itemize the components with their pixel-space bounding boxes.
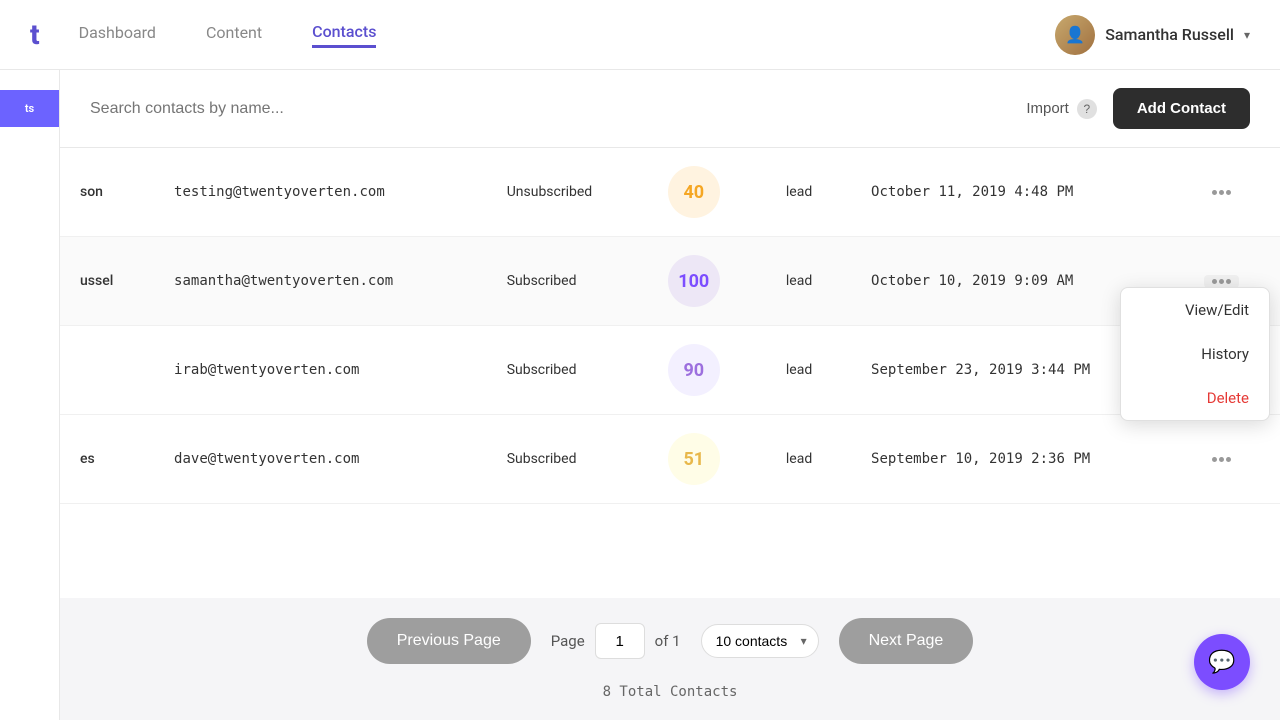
chat-icon: 💬 [1208, 650, 1235, 675]
row-actions-button[interactable] [1204, 186, 1239, 199]
user-menu[interactable]: 👤 Samantha Russell ▾ [1055, 15, 1250, 55]
logo: t [30, 18, 39, 51]
user-name: Samantha Russell [1105, 25, 1234, 44]
contacts-table: son testing@twentyoverten.com Unsubscrib… [60, 148, 1280, 504]
chat-button[interactable]: 💬 [1194, 634, 1250, 690]
next-page-button[interactable]: Next Page [839, 618, 974, 664]
contact-email: dave@twentyoverten.com [154, 415, 487, 504]
nav-contacts[interactable]: Contacts [312, 22, 376, 48]
page-number-input[interactable] [595, 623, 645, 659]
page-label: Page [551, 632, 585, 650]
score-badge: 40 [668, 166, 720, 218]
avatar-image: 👤 [1055, 15, 1095, 55]
contact-name[interactable]: son [60, 148, 154, 237]
contact-status: Subscribed [487, 415, 648, 504]
contact-status: Subscribed [487, 326, 648, 415]
contact-name[interactable] [60, 326, 154, 415]
contact-date: September 10, 2019 2:36 PM [851, 415, 1184, 504]
pagination-controls: Previous Page Page of 1 10 contacts 25 c… [367, 618, 974, 664]
nav-dashboard[interactable]: Dashboard [79, 23, 156, 46]
sidebar: ts [0, 70, 60, 720]
per-page-select[interactable]: 10 contacts 25 contacts 50 contacts [701, 624, 819, 658]
chevron-down-icon: ▾ [1244, 28, 1250, 42]
sidebar-item-contacts[interactable]: ts [0, 90, 59, 127]
of-label: of 1 [655, 632, 681, 650]
sidebar-contacts-label: ts [25, 102, 34, 115]
contact-actions [1184, 415, 1280, 504]
dropdown-history[interactable]: History [1121, 332, 1269, 376]
content-area: Import ? Add Contact son testing@twentyo… [60, 70, 1280, 720]
header: t Dashboard Content Contacts 👤 Samantha … [0, 0, 1280, 70]
row-actions-button[interactable] [1204, 275, 1239, 288]
import-button[interactable]: Import ? [1026, 99, 1097, 119]
row-actions-dropdown: View/Edit History Delete [1120, 287, 1270, 421]
score-badge: 90 [668, 344, 720, 396]
score-badge: 51 [668, 433, 720, 485]
nav: Dashboard Content Contacts [79, 22, 1056, 48]
contact-email: testing@twentyoverten.com [154, 148, 487, 237]
import-help-icon[interactable]: ? [1077, 99, 1097, 119]
add-contact-button[interactable]: Add Contact [1113, 88, 1250, 129]
contact-email: irab@twentyoverten.com [154, 326, 487, 415]
table-row: es dave@twentyoverten.com Subscribed 51 … [60, 415, 1280, 504]
per-page-wrapper: 10 contacts 25 contacts 50 contacts [701, 624, 819, 658]
dropdown-view-edit[interactable]: View/Edit [1121, 288, 1269, 332]
contacts-table-wrapper: son testing@twentyoverten.com Unsubscrib… [60, 148, 1280, 598]
pagination: Previous Page Page of 1 10 contacts 25 c… [60, 598, 1280, 720]
row-actions-button[interactable] [1204, 453, 1239, 466]
search-input[interactable] [90, 100, 1010, 118]
avatar: 👤 [1055, 15, 1095, 55]
table-row: ussel samantha@twentyoverten.com Subscri… [60, 237, 1280, 326]
contact-type: lead [766, 237, 851, 326]
dropdown-delete[interactable]: Delete [1121, 376, 1269, 420]
contact-score-cell: 40 [648, 148, 766, 237]
contact-status: Unsubscribed [487, 148, 648, 237]
contact-type: lead [766, 326, 851, 415]
previous-page-button[interactable]: Previous Page [367, 618, 531, 664]
table-row: son testing@twentyoverten.com Unsubscrib… [60, 148, 1280, 237]
page-info: Page of 1 [551, 623, 681, 659]
contact-status: Subscribed [487, 237, 648, 326]
contact-type: lead [766, 415, 851, 504]
contact-score-cell: 100 [648, 237, 766, 326]
contact-email: samantha@twentyoverten.com [154, 237, 487, 326]
contact-name[interactable]: ussel [60, 237, 154, 326]
main-layout: ts Import ? Add Contact son testing@twen… [0, 70, 1280, 720]
contact-score-cell: 90 [648, 326, 766, 415]
import-label: Import [1026, 100, 1069, 117]
score-badge: 100 [668, 255, 720, 307]
contact-date: October 11, 2019 4:48 PM [851, 148, 1184, 237]
table-row: irab@twentyoverten.com Subscribed 90 lea… [60, 326, 1280, 415]
contact-actions [1184, 148, 1280, 237]
total-contacts: 8 Total Contacts [603, 684, 738, 700]
contact-actions: View/Edit History Delete [1184, 237, 1280, 326]
contact-score-cell: 51 [648, 415, 766, 504]
contact-type: lead [766, 148, 851, 237]
search-bar: Import ? Add Contact [60, 70, 1280, 148]
nav-content[interactable]: Content [206, 23, 262, 46]
contact-name[interactable]: es [60, 415, 154, 504]
